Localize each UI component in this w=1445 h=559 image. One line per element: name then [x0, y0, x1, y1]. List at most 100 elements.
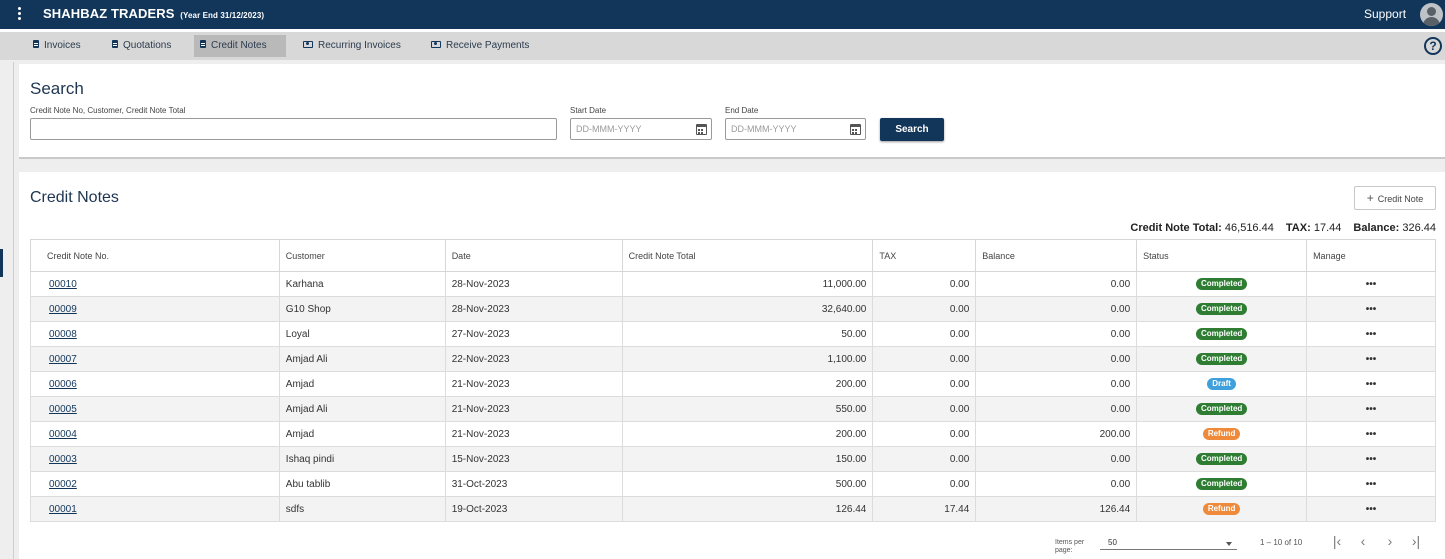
last-page-button[interactable]: ›|: [1408, 533, 1424, 549]
date-cell: 28-Nov-2023: [444, 271, 623, 297]
credit-note-link[interactable]: 00003: [49, 454, 77, 465]
sidebar-divider: [13, 62, 14, 559]
credit-note-link[interactable]: 00001: [49, 504, 77, 515]
credit-note-number-cell: 00008: [30, 321, 280, 347]
end-date-field[interactable]: DD-MMM-YYYY: [725, 118, 866, 140]
column-header[interactable]: Status: [1136, 239, 1308, 272]
items-per-page-select[interactable]: 50: [1100, 538, 1237, 550]
tab-label: Invoices: [44, 40, 81, 51]
status-cell: Completed: [1136, 471, 1308, 497]
status-cell: Completed: [1136, 446, 1308, 472]
more-options-icon[interactable]: •••: [1366, 404, 1377, 415]
credit-note-link[interactable]: 00006: [49, 379, 77, 390]
balance-cell: 200.00: [975, 421, 1138, 447]
credit-note-number-cell: 00010: [30, 271, 280, 297]
column-header[interactable]: Credit Note No.: [30, 239, 280, 272]
credit-note-link[interactable]: 00008: [49, 329, 77, 340]
credit-note-link[interactable]: 00005: [49, 404, 77, 415]
column-header[interactable]: Credit Note Total: [621, 239, 874, 272]
more-options-icon[interactable]: •••: [1366, 354, 1377, 365]
table-row: 00010 Karhana 28-Nov-2023 11,000.00 0.00 0.00…: [30, 271, 1436, 297]
search-title: Search: [30, 79, 84, 98]
tab-credit-notes[interactable]: Credit Notes: [194, 35, 286, 57]
credit-notes-table: Credit Note No. Customer Date Credit Not…: [30, 239, 1436, 522]
credit-note-number-cell: 00009: [30, 296, 280, 322]
customer-cell: Amjad Ali: [278, 396, 446, 422]
credit-note-link[interactable]: 00004: [49, 429, 77, 440]
status-badge: Completed: [1195, 478, 1248, 490]
customer-cell: Loyal: [278, 321, 446, 347]
add-credit-note-button[interactable]: + Credit Note: [1354, 186, 1436, 210]
calendar-icon[interactable]: [850, 124, 861, 135]
status-badge: Completed: [1195, 328, 1248, 340]
start-date-field[interactable]: DD-MMM-YYYY: [570, 118, 712, 140]
more-options-icon[interactable]: •••: [1366, 329, 1377, 340]
customer-cell: Abu tablib: [278, 471, 446, 497]
sidebar-toggle-handle[interactable]: [0, 249, 3, 277]
credit-note-link[interactable]: 00009: [49, 304, 77, 315]
tax-label: TAX:: [1285, 222, 1311, 234]
column-header[interactable]: TAX: [872, 239, 977, 272]
more-options-icon[interactable]: •••: [1366, 304, 1377, 315]
total-cell: 500.00: [621, 471, 874, 497]
more-options-icon[interactable]: •••: [1366, 429, 1377, 440]
more-options-icon[interactable]: •••: [1366, 454, 1377, 465]
tab-label: Recurring Invoices: [318, 40, 401, 51]
customer-cell: Karhana: [278, 271, 446, 297]
more-options-icon[interactable]: •••: [1366, 504, 1377, 515]
start-date-placeholder: DD-MMM-YYYY: [576, 124, 642, 134]
balance-label: Balance:: [1353, 222, 1400, 234]
table-row: 00001 sdfs 19-Oct-2023 126.44 17.44 126.44 Ref…: [30, 496, 1436, 522]
tab-label: Quotations: [123, 40, 172, 51]
credit-note-link[interactable]: 00007: [49, 354, 77, 365]
date-cell: 28-Nov-2023: [444, 296, 623, 322]
balance-cell: 0.00: [975, 446, 1138, 472]
status-badge: Completed: [1195, 278, 1248, 290]
column-header[interactable]: Customer: [278, 239, 446, 272]
column-header[interactable]: Balance: [975, 239, 1138, 272]
status-cell: Completed: [1136, 321, 1308, 347]
tax-cell: 0.00: [872, 271, 977, 297]
search-input[interactable]: [30, 118, 557, 140]
table-row: 00008 Loyal 27-Nov-2023 50.00 0.00 0.00 Comple…: [30, 321, 1436, 347]
next-page-button[interactable]: ›: [1382, 533, 1398, 549]
document-icon: [112, 40, 118, 49]
customer-cell: Amjad Ali: [278, 346, 446, 372]
calendar-icon[interactable]: [696, 124, 707, 135]
balance-cell: 0.00: [975, 296, 1138, 322]
manage-cell: •••: [1306, 321, 1436, 347]
credit-note-link[interactable]: 00002: [49, 479, 77, 490]
tab-invoices[interactable]: Invoices: [27, 35, 87, 57]
credit-note-link[interactable]: 00010: [49, 279, 77, 290]
credit-note-number-cell: 00004: [30, 421, 280, 447]
support-link[interactable]: Support: [1364, 7, 1406, 21]
tab-recurring-invoices[interactable]: Recurring Invoices: [297, 35, 407, 57]
more-options-icon[interactable]: •••: [1366, 279, 1377, 290]
total-cell: 11,000.00: [621, 271, 874, 297]
tab-quotations[interactable]: Quotations: [106, 35, 177, 57]
table-header-row: Credit Note No. Customer Date Credit Not…: [30, 239, 1436, 272]
help-icon[interactable]: ?: [1424, 37, 1442, 55]
credit-notes-title: Credit Notes: [30, 189, 119, 206]
first-page-button[interactable]: |‹: [1329, 533, 1345, 549]
items-per-page-label: Items per page:: [1055, 539, 1085, 554]
balance-cell: 126.44: [975, 496, 1138, 522]
more-options-icon[interactable]: •••: [1366, 479, 1377, 490]
status-cell: Completed: [1136, 396, 1308, 422]
search-button[interactable]: Search: [880, 118, 944, 141]
total-cell: 50.00: [621, 321, 874, 347]
user-avatar-icon[interactable]: [1420, 3, 1443, 26]
items-per-page-value: 50: [1108, 538, 1117, 547]
tax-cell: 0.00: [872, 371, 977, 397]
status-cell: Completed: [1136, 271, 1308, 297]
tax-cell: 0.00: [872, 396, 977, 422]
more-options-icon[interactable]: •••: [1366, 379, 1377, 390]
tab-receive-payments[interactable]: Receive Payments: [425, 35, 535, 57]
kebab-menu-icon[interactable]: [14, 6, 24, 22]
manage-cell: •••: [1306, 421, 1436, 447]
chevron-down-icon: [1226, 542, 1232, 546]
tab-label: Credit Notes: [211, 40, 267, 51]
status-cell: Completed: [1136, 296, 1308, 322]
previous-page-button[interactable]: ‹: [1355, 533, 1371, 549]
column-header[interactable]: Date: [444, 239, 623, 272]
